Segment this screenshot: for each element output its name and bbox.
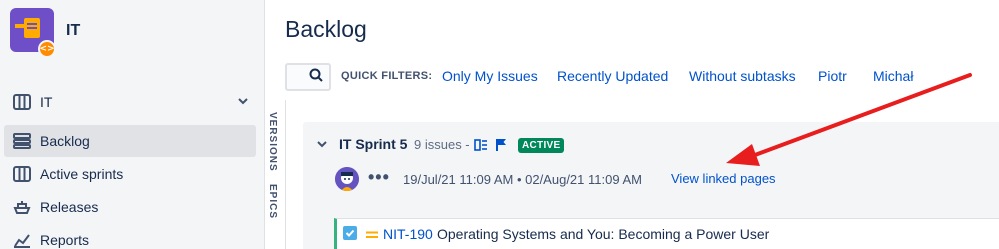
vertical-tab-strip: VERSIONS EPICS xyxy=(266,100,286,249)
sidebar: <> IT IT Backlog Active sprints Releases… xyxy=(0,0,265,249)
quick-filter-piotr[interactable]: Piotr xyxy=(818,68,847,84)
chevron-down-icon[interactable] xyxy=(236,94,250,111)
board-link-icon[interactable] xyxy=(474,138,488,156)
project-name[interactable]: IT xyxy=(66,22,80,40)
search-input[interactable] xyxy=(285,63,331,91)
tab-versions[interactable]: VERSIONS xyxy=(267,112,278,172)
sprint-name[interactable]: IT Sprint 5 xyxy=(339,136,407,152)
chevron-down-icon[interactable] xyxy=(316,137,328,155)
more-actions-button[interactable]: ••• xyxy=(368,168,390,186)
search-icon xyxy=(309,68,323,87)
issue-key-link[interactable]: NIT-190 xyxy=(383,226,433,242)
task-type-icon xyxy=(343,226,357,240)
code-icon: <> xyxy=(38,40,56,58)
quick-filter-recently-updated[interactable]: Recently Updated xyxy=(557,68,668,84)
quick-filter-michal[interactable]: Michał xyxy=(873,68,913,84)
quick-filters-label: QUICK FILTERS: xyxy=(341,70,433,82)
sidebar-item-label: IT xyxy=(40,94,53,110)
sidebar-item-label: Backlog xyxy=(40,133,90,149)
sidebar-item-board-switcher[interactable]: IT xyxy=(4,86,256,118)
board-icon xyxy=(12,92,32,112)
page-title: Backlog xyxy=(285,16,367,42)
sidebar-item-reports[interactable]: Reports xyxy=(4,224,256,249)
tab-epics[interactable]: EPICS xyxy=(267,184,278,219)
sidebar-item-releases[interactable]: Releases xyxy=(4,191,256,223)
quick-filter-without-subtasks[interactable]: Without subtasks xyxy=(689,68,796,84)
columns-icon xyxy=(12,164,32,184)
view-linked-pages-link[interactable]: View linked pages xyxy=(671,171,776,186)
divider xyxy=(285,100,286,249)
status-badge: ACTIVE xyxy=(518,138,565,153)
backlog-icon xyxy=(12,131,32,151)
chart-icon xyxy=(12,230,32,249)
sidebar-item-backlog[interactable]: Backlog xyxy=(4,125,256,157)
sprint-issue-count: 9 issues - xyxy=(414,137,470,152)
issue-summary[interactable]: Operating Systems and You: Becoming a Po… xyxy=(437,226,769,242)
sidebar-item-label: Reports xyxy=(40,232,90,248)
priority-medium-icon xyxy=(366,227,378,245)
avatar[interactable] xyxy=(335,167,359,191)
ship-icon xyxy=(12,197,32,217)
sprint-dates: 19/Jul/21 11:09 AM • 02/Aug/21 11:09 AM xyxy=(403,172,642,187)
sidebar-item-label: Releases xyxy=(40,199,99,215)
quick-filter-only-my-issues[interactable]: Only My Issues xyxy=(442,68,538,84)
sidebar-item-label: Active sprints xyxy=(40,166,124,182)
sidebar-item-active-sprints[interactable]: Active sprints xyxy=(4,158,256,190)
flag-icon[interactable] xyxy=(495,138,507,156)
